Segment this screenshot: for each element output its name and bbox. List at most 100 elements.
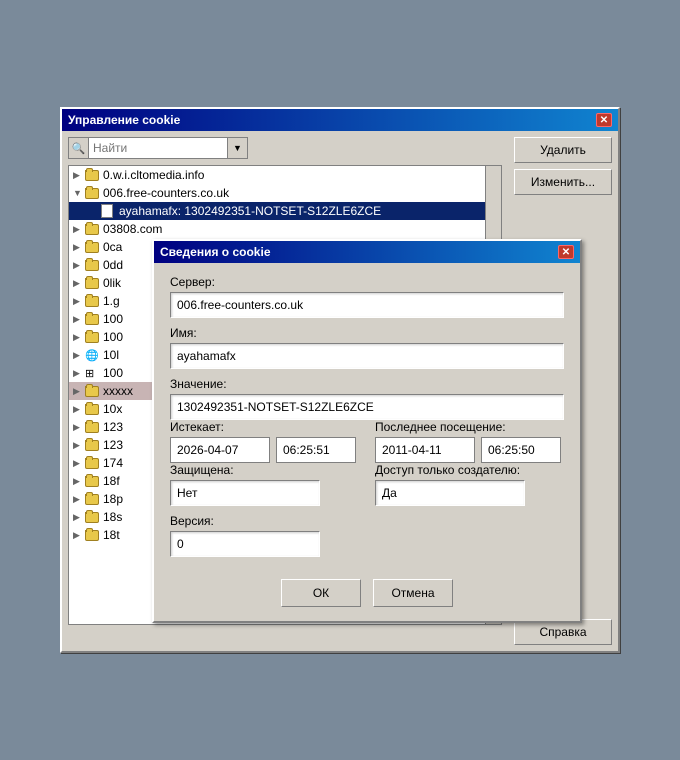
creator-only-group: Доступ только создателю: [375,463,564,506]
tree-item-label: 100 [103,312,123,326]
folder-icon [85,222,101,236]
tree-item-label: 174 [103,456,123,470]
cancel-button[interactable]: Отмена [373,579,453,607]
folder-icon [85,474,101,488]
cookie-detail-dialog: Сведения о cookie ✕ Сервер: Имя: Значени… [152,239,582,623]
edit-button[interactable]: Изменить... [514,169,612,195]
dialog-title-text: Сведения о cookie [160,245,271,259]
tree-item-label: 10l [103,348,119,362]
tree-item-label: 0ca [103,240,122,254]
expand-arrow: ▶ [73,170,85,181]
folder-icon [85,492,101,506]
search-input[interactable] [88,137,228,159]
expand-arrow: ▼ [73,188,85,198]
main-title-bar: Управление cookie ✕ [62,109,618,131]
folder-icon [85,168,101,182]
expand-arrow: ▶ [73,224,85,235]
folder-icon [85,384,101,398]
expand-arrow: ▶ [73,314,85,325]
version-label: Версия: [170,514,564,528]
ok-button[interactable]: ОК [281,579,361,607]
tree-item-label: ayahamafx: 1302492351-NOTSET-S12ZLE6ZCE [119,204,381,218]
tree-item-label: 03808.com [103,222,162,236]
value-label: Значение: [170,377,564,391]
tree-item[interactable]: ▶ 0.w.i.cltomedia.info [69,166,501,184]
tree-item-label: 0dd [103,258,123,272]
protected-label: Защищена: [170,463,359,477]
protect-row: Защищена: Доступ только создателю: [170,463,564,506]
main-close-button[interactable]: ✕ [596,113,612,127]
search-dropdown-button[interactable]: ▼ [228,137,248,159]
tree-item-label: 100 [103,330,123,344]
file-icon [101,204,117,218]
version-field[interactable] [170,531,320,557]
expand-arrow: ▶ [73,278,85,289]
dialog-body: Сервер: Имя: Значение: Истекает: Последн… [154,263,580,569]
tree-item-label: 18f [103,474,120,488]
expires-date-time [170,437,359,463]
dialog-title-bar: Сведения о cookie ✕ [154,241,580,263]
expand-arrow: ▶ [73,458,85,469]
folder-icon [85,528,101,542]
expand-arrow: ▶ [73,242,85,253]
folder-icon [85,186,101,200]
folder-icon [85,240,101,254]
last-visit-label: Последнее посещение: [375,420,564,434]
tree-item-label: 18s [103,510,122,524]
tree-item-label: 123 [103,438,123,452]
expand-arrow: ▶ [73,404,85,415]
server-field[interactable] [170,292,564,318]
value-field[interactable] [170,394,564,420]
tree-item-label: 18t [103,528,120,542]
expand-arrow: ▶ [73,260,85,271]
last-visit-date-field[interactable] [375,437,475,463]
protected-field[interactable] [170,480,320,506]
folder-icon [85,438,101,452]
tree-item-label: xxxxx [103,384,133,398]
last-visit-group: Последнее посещение: [375,420,564,463]
creator-only-field[interactable] [375,480,525,506]
delete-button[interactable]: Удалить [514,137,612,163]
folder-icon [85,510,101,524]
tree-item-label: 100 [103,366,123,380]
folder-icon [85,456,101,470]
search-icon: 🔍 [68,137,88,159]
expires-label: Истекает: [170,420,359,434]
expand-arrow: ▶ [73,512,85,523]
protected-group: Защищена: [170,463,359,506]
server-label: Сервер: [170,275,564,289]
dialog-close-button[interactable]: ✕ [558,245,574,259]
tree-item[interactable]: ▼ 006.free-counters.co.uk [69,184,501,202]
folder-icon [85,330,101,344]
expand-arrow: ▶ [73,296,85,307]
expand-arrow: ▶ [73,530,85,541]
folder-icon [85,294,101,308]
expires-time-field[interactable] [276,437,356,463]
tree-item-selected[interactable]: ayahamafx: 1302492351-NOTSET-S12ZLE6ZCE [69,202,501,220]
creator-only-label: Доступ только создателю: [375,463,564,477]
expand-arrow: ▶ [73,494,85,505]
expand-arrow: ▶ [73,422,85,433]
folder-icon [85,276,101,290]
tree-item-label: 0lik [103,276,121,290]
folder-icon [85,420,101,434]
expand-arrow: ▶ [73,332,85,343]
folder-grid-icon: ⊞ [85,366,101,380]
tree-item-label: 123 [103,420,123,434]
tree-item-label: 0.w.i.cltomedia.info [103,168,204,182]
folder-special-icon: 🌐 [85,348,101,362]
last-visit-time-field[interactable] [481,437,561,463]
expand-arrow: ▶ [73,476,85,487]
tree-item-label: 006.free-counters.co.uk [103,186,229,200]
expand-arrow: ▶ [73,368,85,379]
expand-arrow: ▶ [73,386,85,397]
tree-item-label: 10x [103,402,122,416]
name-label: Имя: [170,326,564,340]
folder-icon [85,402,101,416]
name-field[interactable] [170,343,564,369]
main-window: Управление cookie ✕ 🔍 ▼ ▶ 0.w.i.cltomedi… [60,107,620,653]
folder-icon [85,312,101,326]
tree-item[interactable]: ▶ 03808.com [69,220,501,238]
expires-date-field[interactable] [170,437,270,463]
main-window-title: Управление cookie [68,113,180,127]
